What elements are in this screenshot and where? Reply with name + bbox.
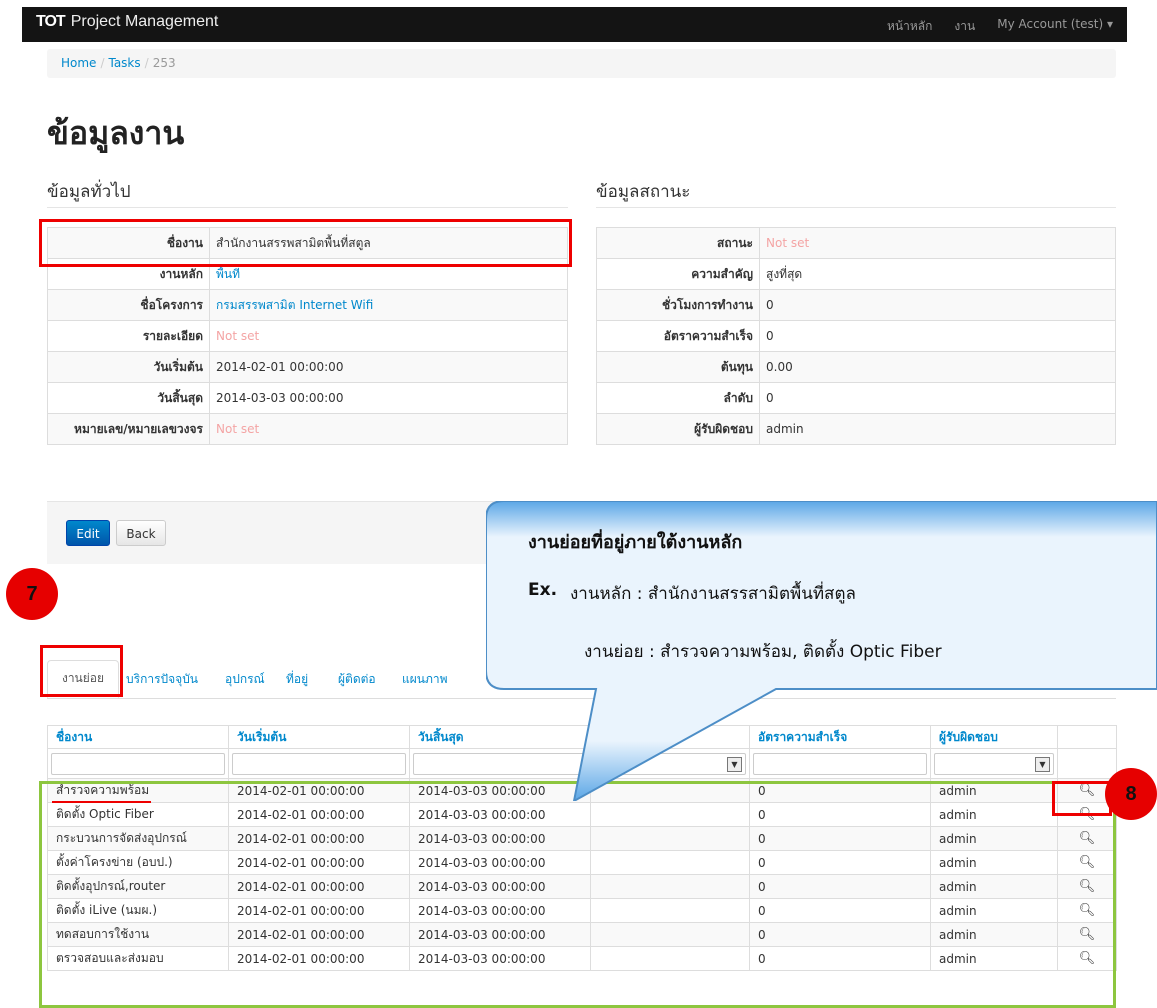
breadcrumb-current: 253 — [152, 56, 176, 70]
detail-value: สูงที่สุด — [759, 258, 1116, 290]
detail-row: ลำดับ 0 — [596, 382, 1116, 414]
step-badge-7: 7 — [6, 568, 58, 620]
tab-diagram[interactable]: แผนภาพ — [402, 670, 448, 689]
detail-value: admin — [759, 413, 1116, 445]
breadcrumb-tasks[interactable]: Tasks — [108, 56, 140, 70]
detail-label: หมายเลข/หมายเลขวงจร — [47, 413, 210, 445]
detail-row: ชั่วโมงการทำงาน 0 — [596, 289, 1116, 321]
detail-row: ชื่อโครงการ กรมสรรพสามิต Internet Wifi — [47, 289, 568, 321]
col-header-start-date[interactable]: วันเริ่มต้น — [228, 725, 410, 749]
project-link[interactable]: กรมสรรพสามิต Internet Wifi — [216, 298, 373, 312]
detail-value: Not set — [209, 320, 568, 352]
breadcrumb-home[interactable]: Home — [61, 56, 96, 70]
detail-value: 2014-03-03 00:00:00 — [209, 382, 568, 414]
back-button[interactable]: Back — [116, 520, 166, 546]
filter-task-name-input[interactable] — [51, 752, 225, 775]
tab-current-services[interactable]: บริการปัจจุบัน — [126, 670, 198, 689]
detail-value: 2014-02-01 00:00:00 — [209, 351, 568, 383]
detail-label: วันสิ้นสุด — [47, 382, 210, 414]
navbar-inner: TOT Project Management หน้าหลัก งาน My A… — [22, 7, 1127, 42]
callout-title: งานย่อยที่อยู่ภายใต้งานหลัก — [528, 532, 743, 553]
general-section-title: ข้อมูลทั่วไป — [47, 182, 131, 202]
task-name-highlight-box — [39, 219, 572, 267]
detail-label: ชั่วโมงการทำงาน — [596, 289, 760, 321]
tab-equipment[interactable]: อุปกรณ์ — [225, 670, 265, 689]
tab-contacts[interactable]: ผู้ติดต่อ — [338, 670, 376, 689]
detail-label: รายละเอียด — [47, 320, 210, 352]
detail-value: 0 — [759, 320, 1116, 352]
detail-label: ต้นทุน — [596, 351, 760, 383]
detail-label: ชื่อโครงการ — [47, 289, 210, 321]
detail-row: อัตราความสำเร็จ 0 — [596, 320, 1116, 352]
parent-task-link[interactable]: พื้นที่ — [216, 267, 240, 281]
detail-label: ความสำคัญ — [596, 258, 760, 290]
detail-value: 0 — [759, 289, 1116, 321]
detail-label: วันเริ่มต้น — [47, 351, 210, 383]
detail-row: ผู้รับผิดชอบ admin — [596, 413, 1116, 445]
breadcrumb-separator: / — [144, 56, 149, 70]
detail-label: อัตราความสำเร็จ — [596, 320, 760, 352]
callout-line-1: งานหลัก : สำนักงานสรรสามิตพื้นที่สตูล — [570, 584, 856, 604]
subtask-tab-highlight-box — [40, 645, 123, 697]
detail-value: Not set — [209, 413, 568, 445]
detail-value: Not set — [759, 227, 1116, 259]
detail-label: ลำดับ — [596, 382, 760, 414]
page-title: ข้อมูลงาน — [47, 114, 185, 152]
detail-value: 0 — [759, 382, 1116, 414]
brand[interactable]: TOT Project Management — [36, 13, 218, 31]
col-header-task-name[interactable]: ชื่องาน — [47, 725, 229, 749]
detail-row: ต้นทุน 0.00 — [596, 351, 1116, 383]
callout-ex-label: Ex. — [528, 580, 558, 600]
status-info-table: สถานะ Not set ความสำคัญ สูงที่สุด ชั่วโมงก… — [596, 227, 1116, 445]
breadcrumb: Home / Tasks/253 — [47, 49, 1116, 78]
breadcrumb-separator: / — [100, 56, 105, 70]
nav-tasks[interactable]: งาน — [954, 17, 975, 36]
subtask-name-underline — [52, 801, 151, 803]
detail-row: วันสิ้นสุด 2014-03-03 00:00:00 — [47, 382, 568, 414]
detail-label: สถานะ — [596, 227, 760, 259]
detail-label: ผู้รับผิดชอบ — [596, 413, 760, 445]
detail-row: วันเริ่มต้น 2014-02-01 00:00:00 — [47, 351, 568, 383]
filter-start-date-input[interactable] — [232, 752, 406, 775]
app-title: Project Management — [70, 13, 219, 30]
subtask-rows-highlight-box — [39, 781, 1116, 1008]
callout-line-2: งานย่อย : สำรวจความพร้อม, ติดตั้ง Optic … — [584, 642, 942, 662]
status-section-title: ข้อมูลสถานะ — [596, 182, 691, 202]
detail-row: รายละเอียด Not set — [47, 320, 568, 352]
status-divider — [596, 207, 1116, 208]
tot-logo: TOT — [36, 13, 66, 30]
nav-home[interactable]: หน้าหลัก — [887, 17, 932, 36]
tab-address[interactable]: ที่อยู่ — [286, 670, 308, 689]
detail-row: หมายเลข/หมายเลขวงจร Not set — [47, 413, 568, 445]
general-divider — [47, 207, 568, 208]
nav-links: หน้าหลัก งาน My Account (test) ▾ — [887, 17, 1113, 36]
detail-row: สถานะ Not set — [596, 227, 1116, 259]
edit-button[interactable]: Edit — [66, 520, 110, 546]
detail-row: ความสำคัญ สูงที่สุด — [596, 258, 1116, 290]
nav-account-dropdown[interactable]: My Account (test) ▾ — [997, 17, 1113, 36]
detail-value: 0.00 — [759, 351, 1116, 383]
top-navbar: TOT Project Management หน้าหลัก งาน My A… — [0, 0, 1157, 43]
